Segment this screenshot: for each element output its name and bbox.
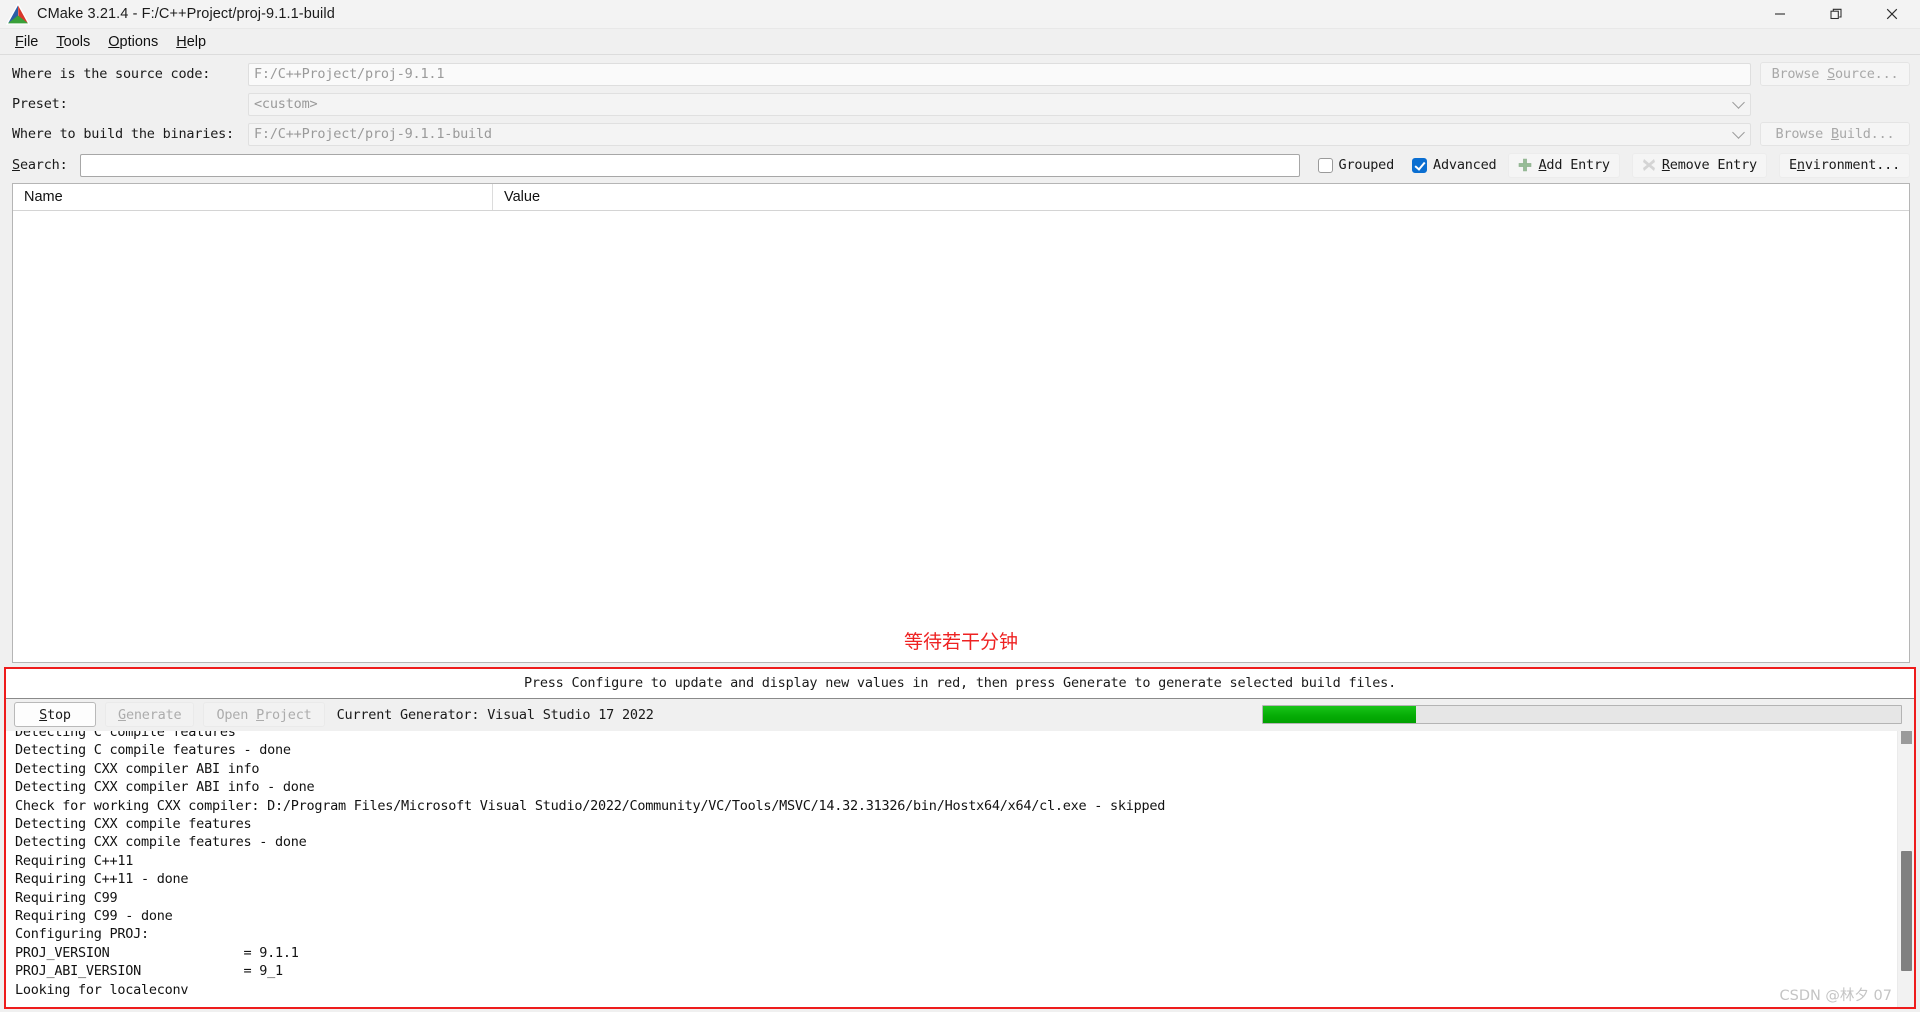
chevron-down-icon: [1732, 126, 1745, 139]
close-button[interactable]: [1864, 0, 1920, 29]
minimize-button[interactable]: [1752, 0, 1808, 29]
restore-button[interactable]: [1808, 0, 1864, 29]
status-bar: Press Configure to update and display ne…: [6, 668, 1914, 699]
current-generator-label: Current Generator: Visual Studio 17 2022: [336, 706, 654, 723]
advanced-checkbox[interactable]: [1412, 157, 1428, 173]
status-message: Press Configure to update and display ne…: [523, 675, 1397, 692]
grouped-checkbox[interactable]: [1317, 157, 1333, 173]
preset-value: <custom>: [254, 96, 318, 112]
log-line: Looking for localeconv: [15, 981, 189, 998]
log-line: Detecting C compile features - done: [15, 742, 291, 759]
add-entry-button[interactable]: Add Entry: [1508, 152, 1620, 178]
progress-bar-fill: [1263, 706, 1417, 724]
binaries-row: Where to build the binaries: F:/C++Proje…: [12, 119, 1910, 149]
generate-button: Generate: [105, 702, 195, 728]
log-line: Configuring PROJ:: [15, 926, 149, 943]
menu-help[interactable]: Help: [167, 32, 215, 52]
log-scrollbar-thumb[interactable]: [1901, 850, 1912, 971]
wait-annotation-text: 等待若干分钟: [903, 630, 1018, 653]
preset-row-spacer: [1760, 92, 1910, 116]
restore-icon: [1830, 8, 1842, 20]
log-line: Detecting CXX compiler ABI info: [15, 760, 260, 777]
menu-file[interactable]: File: [6, 32, 47, 52]
search-row: Search: Grouped Advanced Add Entry Remov…: [0, 149, 1920, 181]
environment-label: Environment...: [1788, 157, 1900, 173]
menu-tools[interactable]: Tools: [47, 32, 99, 52]
log-line: Requiring C++11: [15, 852, 134, 869]
log-line: Detecting CXX compile features: [15, 815, 252, 832]
remove-entry-label: Remove Entry: [1661, 157, 1757, 173]
browse-build-button[interactable]: Browse Build...: [1760, 122, 1910, 146]
cmake-gui-window: CMake 3.21.4 - F:/C++Project/proj-9.1.1-…: [0, 0, 1920, 1012]
binaries-input-value: F:/C++Project/proj-9.1.1-build: [254, 126, 492, 142]
title-bar: CMake 3.21.4 - F:/C++Project/proj-9.1.1-…: [0, 0, 1920, 29]
path-form: Where is the source code: F:/C++Project/…: [0, 55, 1920, 149]
log-scrollbar[interactable]: [1897, 730, 1914, 1007]
column-header-name[interactable]: Name: [13, 184, 493, 210]
plus-icon: [1519, 158, 1532, 172]
progress-bar: [1262, 705, 1902, 725]
add-entry-label: Add Entry: [1538, 157, 1610, 173]
log-line: Detecting C compile features: [15, 730, 236, 740]
advanced-label: Advanced: [1433, 157, 1497, 173]
advanced-checkbox-wrap[interactable]: Advanced: [1412, 157, 1497, 173]
cache-table: Name Value 等待若干分钟: [12, 183, 1910, 663]
output-log-panel: Detecting C compile features Detecting C …: [6, 730, 1914, 1007]
chevron-down-icon: [1732, 96, 1745, 109]
binaries-label: Where to build the binaries:: [12, 126, 234, 142]
environment-button[interactable]: Environment...: [1778, 152, 1910, 178]
window-title: CMake 3.21.4 - F:/C++Project/proj-9.1.1-…: [37, 6, 335, 22]
output-log-text[interactable]: Detecting C compile features Detecting C …: [6, 731, 1897, 999]
grouped-checkbox-wrap[interactable]: Grouped: [1317, 157, 1395, 173]
watermark: CSDN @林夕 07: [1779, 988, 1892, 1004]
menu-options[interactable]: Options: [99, 32, 167, 52]
remove-x-icon: [1642, 159, 1655, 171]
log-line: PROJ_ABI_VERSION = 9_1: [15, 963, 283, 980]
log-line: Requiring C++11 - done: [15, 871, 189, 888]
log-line: Detecting CXX compile features - done: [15, 834, 307, 851]
search-input[interactable]: [80, 153, 1300, 177]
cache-table-body[interactable]: 等待若干分钟: [13, 211, 1909, 662]
stop-button[interactable]: Stop: [14, 702, 96, 728]
preset-select[interactable]: <custom>: [248, 92, 1751, 116]
source-label: Where is the source code:: [12, 66, 211, 82]
cache-table-header: Name Value: [13, 184, 1909, 211]
source-input[interactable]: F:/C++Project/proj-9.1.1: [248, 62, 1751, 86]
preset-row: Preset: <custom>: [12, 89, 1910, 119]
log-line: Requiring C99: [15, 889, 118, 906]
preset-label: Preset:: [12, 96, 68, 112]
log-line: PROJ_VERSION = 9.1.1: [15, 944, 299, 961]
binaries-input[interactable]: F:/C++Project/proj-9.1.1-build: [248, 122, 1751, 146]
minimize-icon: [1775, 13, 1785, 15]
cmake-logo-icon: [5, 3, 31, 25]
log-line: Requiring C99 - done: [15, 907, 173, 924]
log-line: Detecting CXX compiler ABI info - done: [15, 779, 315, 796]
window-controls: [1752, 0, 1920, 29]
log-line: Check for working CXX compiler: D:/Progr…: [15, 797, 1166, 814]
source-row: Where is the source code: F:/C++Project/…: [12, 59, 1910, 89]
open-project-button: Open Project: [203, 702, 325, 728]
remove-entry-button[interactable]: Remove Entry: [1631, 152, 1767, 178]
source-input-value: F:/C++Project/proj-9.1.1: [254, 66, 445, 82]
menu-bar: File Tools Options Help: [0, 29, 1920, 55]
close-icon: [1886, 8, 1898, 20]
column-header-value[interactable]: Value: [493, 184, 1909, 210]
browse-source-button[interactable]: Browse Source...: [1760, 62, 1910, 86]
annotation-red-box: Press Configure to update and display ne…: [4, 666, 1916, 1009]
log-scrollbar-cap: [1901, 730, 1912, 744]
grouped-label: Grouped: [1338, 157, 1395, 173]
action-button-row: Stop Generate Open Project Current Gener…: [6, 698, 1914, 731]
search-label: Search:: [12, 157, 68, 173]
